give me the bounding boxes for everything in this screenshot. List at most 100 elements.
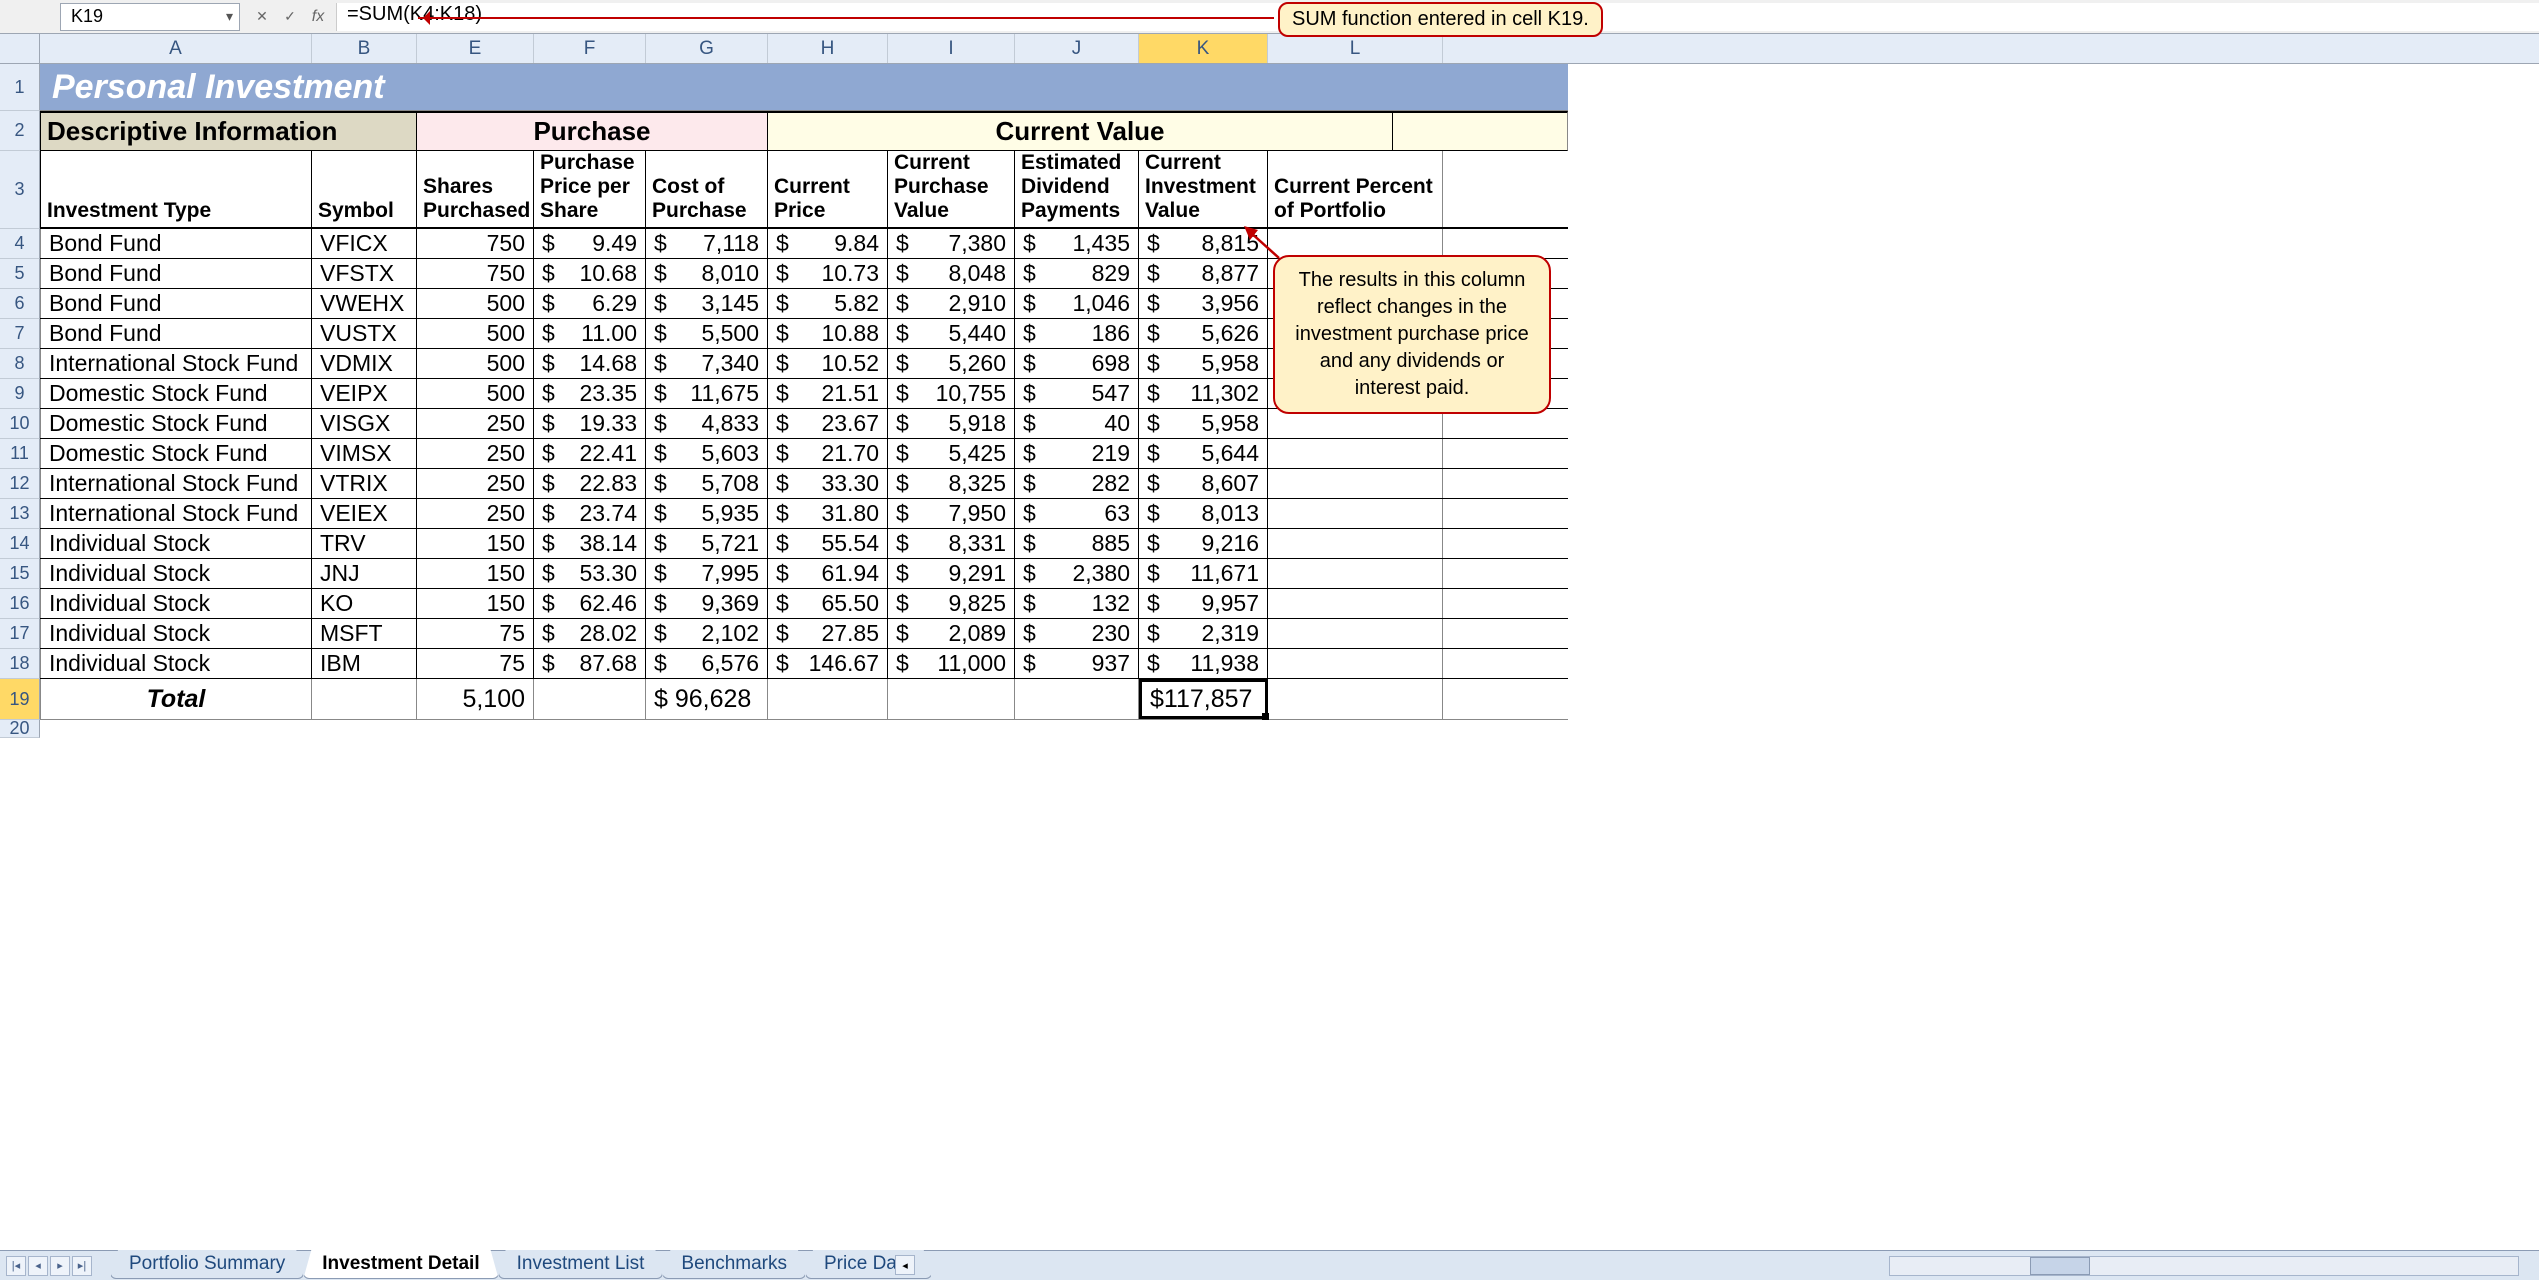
cell-cp[interactable]: $61.94 bbox=[768, 559, 888, 588]
cell-symbol[interactable]: VFSTX bbox=[312, 259, 417, 288]
cell-cpv[interactable]: $2,910 bbox=[888, 289, 1015, 318]
cell-type[interactable]: Individual Stock bbox=[40, 649, 312, 678]
cell-cpv[interactable]: $9,291 bbox=[888, 559, 1015, 588]
cell-cost[interactable]: $7,340 bbox=[646, 349, 768, 378]
cell-type[interactable]: International Stock Fund bbox=[40, 469, 312, 498]
cell-symbol[interactable]: VISGX bbox=[312, 409, 417, 438]
cell-shares[interactable]: 500 bbox=[417, 289, 534, 318]
row-header-16[interactable]: 16 bbox=[0, 589, 40, 619]
cell-pct[interactable] bbox=[1268, 499, 1443, 528]
cell-cost[interactable]: $5,935 bbox=[646, 499, 768, 528]
cell-shares[interactable]: 150 bbox=[417, 559, 534, 588]
cell-cpv[interactable]: $2,089 bbox=[888, 619, 1015, 648]
cancel-icon[interactable]: ✕ bbox=[252, 7, 272, 27]
cell-div[interactable]: $2,380 bbox=[1015, 559, 1139, 588]
cell-type[interactable]: Domestic Stock Fund bbox=[40, 379, 312, 408]
col-header-B[interactable]: B bbox=[312, 34, 417, 63]
col-header-E[interactable]: E bbox=[417, 34, 534, 63]
sheet-tab[interactable]: Portfolio Summary bbox=[110, 1250, 304, 1279]
cell-cost[interactable]: $2,102 bbox=[646, 619, 768, 648]
cell-pp[interactable]: $38.14 bbox=[534, 529, 646, 558]
cell-pp[interactable]: $53.30 bbox=[534, 559, 646, 588]
cell-cpv[interactable]: $8,048 bbox=[888, 259, 1015, 288]
row-header-10[interactable]: 10 bbox=[0, 409, 40, 439]
cell-div[interactable]: $829 bbox=[1015, 259, 1139, 288]
cell-civ[interactable]: $9,216 bbox=[1139, 529, 1268, 558]
cell-cost[interactable]: $5,500 bbox=[646, 319, 768, 348]
cell-div[interactable]: $186 bbox=[1015, 319, 1139, 348]
cell-symbol[interactable]: VWEHX bbox=[312, 289, 417, 318]
cell-pp[interactable]: $19.33 bbox=[534, 409, 646, 438]
col-header-K[interactable]: K bbox=[1139, 34, 1268, 63]
tab-next-icon[interactable]: ▸ bbox=[50, 1256, 70, 1276]
cell-cp[interactable]: $10.88 bbox=[768, 319, 888, 348]
cell-shares[interactable]: 500 bbox=[417, 319, 534, 348]
cell-cpv[interactable]: $10,755 bbox=[888, 379, 1015, 408]
cell-pct[interactable] bbox=[1268, 439, 1443, 468]
cell-pct[interactable] bbox=[1268, 229, 1443, 258]
cell-symbol[interactable]: VEIPX bbox=[312, 379, 417, 408]
cell-symbol[interactable]: VUSTX bbox=[312, 319, 417, 348]
row-header-20[interactable]: 20 bbox=[0, 720, 40, 738]
cell-cpv[interactable]: $11,000 bbox=[888, 649, 1015, 678]
cell-cpv[interactable]: $5,440 bbox=[888, 319, 1015, 348]
row-header-4[interactable]: 4 bbox=[0, 229, 40, 259]
col-header-A[interactable]: A bbox=[40, 34, 312, 63]
cell-type[interactable]: Individual Stock bbox=[40, 559, 312, 588]
cell-div[interactable]: $1,046 bbox=[1015, 289, 1139, 318]
cell-pp[interactable]: $10.68 bbox=[534, 259, 646, 288]
row-header-15[interactable]: 15 bbox=[0, 559, 40, 589]
cell-cp[interactable]: $23.67 bbox=[768, 409, 888, 438]
select-all-corner[interactable] bbox=[0, 34, 40, 63]
cell-pp[interactable]: $22.41 bbox=[534, 439, 646, 468]
cell-div[interactable]: $219 bbox=[1015, 439, 1139, 468]
cell-cp[interactable]: $33.30 bbox=[768, 469, 888, 498]
cell-civ[interactable]: $9,957 bbox=[1139, 589, 1268, 618]
cell-pct[interactable] bbox=[1268, 619, 1443, 648]
cell-type[interactable]: Domestic Stock Fund bbox=[40, 409, 312, 438]
cell-civ[interactable]: $2,319 bbox=[1139, 619, 1268, 648]
cell-symbol[interactable]: VTRIX bbox=[312, 469, 417, 498]
cell-type[interactable]: Domestic Stock Fund bbox=[40, 439, 312, 468]
cell-pp[interactable]: $28.02 bbox=[534, 619, 646, 648]
col-header-G[interactable]: G bbox=[646, 34, 768, 63]
cell-cp[interactable]: $31.80 bbox=[768, 499, 888, 528]
cell-civ[interactable]: $5,626 bbox=[1139, 319, 1268, 348]
cell-cpv[interactable]: $8,331 bbox=[888, 529, 1015, 558]
cell-civ[interactable]: $11,671 bbox=[1139, 559, 1268, 588]
cell-pp[interactable]: $62.46 bbox=[534, 589, 646, 618]
cell-shares[interactable]: 250 bbox=[417, 469, 534, 498]
cell-type[interactable]: Bond Fund bbox=[40, 319, 312, 348]
cell-shares[interactable]: 75 bbox=[417, 649, 534, 678]
cell-civ[interactable]: $5,958 bbox=[1139, 349, 1268, 378]
cell-div[interactable]: $937 bbox=[1015, 649, 1139, 678]
row-header-9[interactable]: 9 bbox=[0, 379, 40, 409]
cell-shares[interactable]: 500 bbox=[417, 379, 534, 408]
cell-cp[interactable]: $5.82 bbox=[768, 289, 888, 318]
row-header-17[interactable]: 17 bbox=[0, 619, 40, 649]
cell-cost[interactable]: $5,721 bbox=[646, 529, 768, 558]
cell-pp[interactable]: $14.68 bbox=[534, 349, 646, 378]
cell-civ[interactable]: $8,607 bbox=[1139, 469, 1268, 498]
cell-cpv[interactable]: $8,325 bbox=[888, 469, 1015, 498]
cell-div[interactable]: $698 bbox=[1015, 349, 1139, 378]
sheet-tab[interactable]: Investment Detail bbox=[303, 1250, 498, 1279]
cell-pp[interactable]: $23.35 bbox=[534, 379, 646, 408]
cell-type[interactable]: Individual Stock bbox=[40, 589, 312, 618]
cell-pct[interactable] bbox=[1268, 529, 1443, 558]
sheet-tab[interactable]: Investment List bbox=[498, 1250, 664, 1279]
cell-pp[interactable]: $22.83 bbox=[534, 469, 646, 498]
cell-shares[interactable]: 250 bbox=[417, 409, 534, 438]
cell-cp[interactable]: $21.70 bbox=[768, 439, 888, 468]
accept-icon[interactable]: ✓ bbox=[280, 7, 300, 27]
cell-div[interactable]: $230 bbox=[1015, 619, 1139, 648]
name-box[interactable]: K19 bbox=[60, 3, 240, 31]
cell-shares[interactable]: 150 bbox=[417, 589, 534, 618]
row-header-5[interactable]: 5 bbox=[0, 259, 40, 289]
row-header-13[interactable]: 13 bbox=[0, 499, 40, 529]
cell-symbol[interactable]: TRV bbox=[312, 529, 417, 558]
cell-cp[interactable]: $27.85 bbox=[768, 619, 888, 648]
cell-cpv[interactable]: $7,950 bbox=[888, 499, 1015, 528]
cell-cost[interactable]: $5,603 bbox=[646, 439, 768, 468]
cell-div[interactable]: $1,435 bbox=[1015, 229, 1139, 258]
